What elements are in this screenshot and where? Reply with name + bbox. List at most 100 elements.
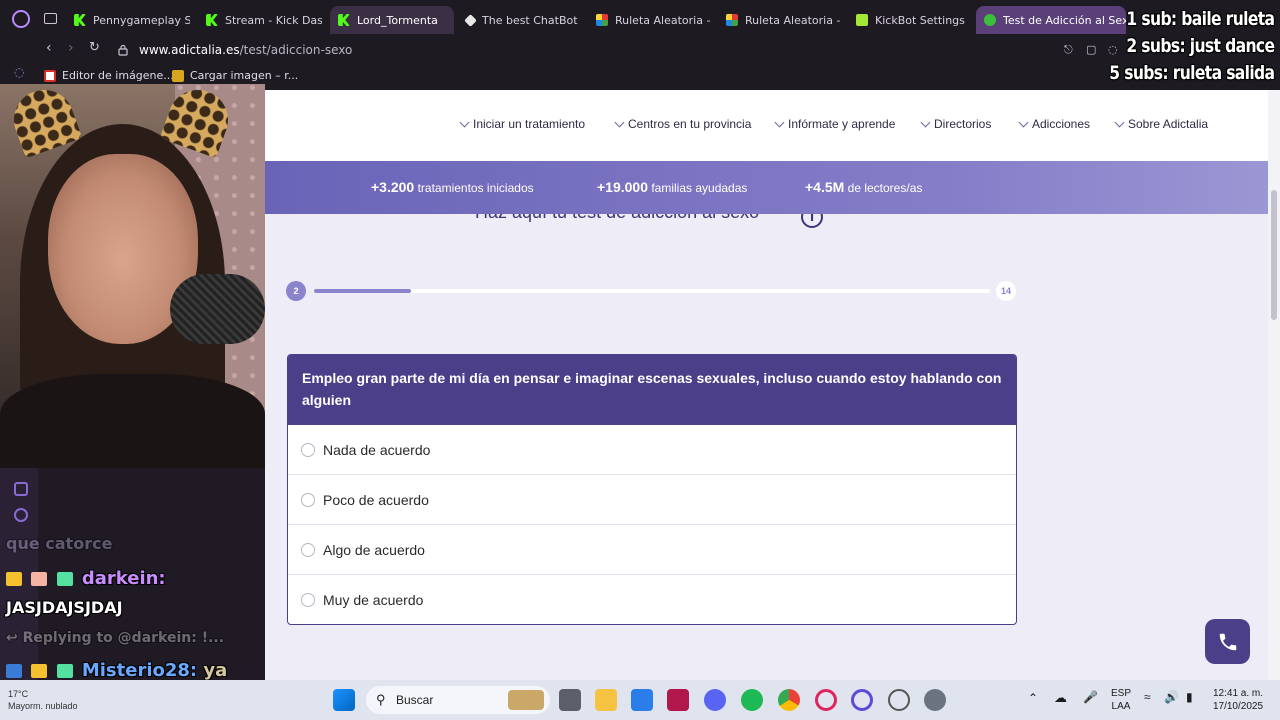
- lock-icon[interactable]: [118, 44, 128, 56]
- wifi-icon[interactable]: ≈: [1144, 691, 1151, 704]
- nav-label: Adicciones: [1032, 117, 1091, 131]
- pin-icon[interactable]: ⎋: [1064, 43, 1073, 57]
- option-algo-de-acuerdo[interactable]: Algo de acuerdo: [288, 525, 1016, 575]
- weather-widget[interactable]: 17°C Mayorm. nublado: [8, 688, 78, 712]
- call-button[interactable]: [1205, 619, 1250, 664]
- radio-button[interactable]: [301, 542, 315, 557]
- chevron-up-icon[interactable]: ⌃: [1028, 692, 1038, 705]
- lang-code: ESP: [1110, 688, 1131, 699]
- option-nada-de-acuerdo[interactable]: Nada de acuerdo: [288, 425, 1016, 475]
- radio-button[interactable]: [301, 442, 315, 457]
- tab-kick-dashboard[interactable]: Stream - Kick Dash: [198, 6, 322, 34]
- nav-label: Sobre Adictalia: [1128, 117, 1209, 131]
- stat-number: +3.200: [371, 179, 415, 195]
- upload-icon: [172, 69, 184, 82]
- file-explorer-icon[interactable]: [595, 689, 617, 711]
- nav-label: Directorios: [934, 117, 992, 131]
- spotify-icon[interactable]: [741, 689, 763, 711]
- radio-button[interactable]: [301, 593, 315, 607]
- tab-menu-icon[interactable]: [44, 13, 57, 24]
- option-muy-de-acuerdo[interactable]: Muy de acuerdo: [288, 575, 1016, 624]
- chatbot-icon: [464, 13, 477, 27]
- chat-text: ya: [203, 660, 228, 680]
- taskbar: 17°C Mayorm. nublado ⚲ Buscar ⌃ ☁ 🎤 ESP …: [0, 680, 1280, 720]
- url-host: www.adictalia.es: [139, 43, 240, 57]
- app-icon[interactable]: [667, 689, 689, 711]
- bookmark-label: Cargar imagen – r...: [190, 69, 299, 82]
- forward-icon[interactable]: ›: [68, 40, 74, 56]
- tab-label: Stream - Kick Dash: [225, 13, 322, 27]
- outlook-icon[interactable]: [631, 689, 653, 711]
- clock[interactable]: 12:41 a. m. 17/10/2025: [1205, 687, 1271, 713]
- windows-start-icon[interactable]: [333, 689, 355, 711]
- option-label: Poco de acuerdo: [323, 491, 429, 508]
- tab-chatbot[interactable]: The best ChatBot: [458, 6, 584, 34]
- chrome-icon[interactable]: [778, 689, 800, 711]
- volume-icon[interactable]: 🔊: [1164, 691, 1179, 704]
- tab-label: Ruleta Aleatoria - S: [615, 13, 712, 27]
- settings-icon[interactable]: [924, 689, 946, 711]
- nav-informate[interactable]: Infórmate y aprende: [774, 117, 896, 131]
- chat-message: darkein:: [6, 568, 166, 589]
- nav-directorios[interactable]: Directorios: [920, 117, 992, 131]
- tab-kickbot-settings[interactable]: KickBot Settings: [848, 6, 972, 34]
- search-placeholder: Buscar: [396, 693, 434, 707]
- battery-icon[interactable]: ▮: [1186, 691, 1193, 704]
- nav-sobre-adictalia[interactable]: Sobre Adictalia: [1114, 117, 1209, 131]
- instagram-icon[interactable]: [14, 508, 28, 522]
- chat-text: Replying to @darkein: !...: [22, 630, 225, 646]
- back-icon[interactable]: ‹: [46, 40, 52, 56]
- extension-icon[interactable]: [14, 482, 28, 496]
- onedrive-icon[interactable]: ☁: [1054, 691, 1067, 704]
- nav-label: Infórmate y aprende: [788, 117, 896, 131]
- stat-label: familias ayudadas: [651, 181, 748, 195]
- search-box[interactable]: ⚲ Buscar: [366, 686, 550, 714]
- chevron-down-icon: [1018, 117, 1029, 127]
- page-scrollbar[interactable]: [1268, 90, 1280, 680]
- scroll-thumb[interactable]: [1271, 190, 1277, 320]
- web-page: Iniciar un tratamiento Centros en tu pro…: [265, 90, 1268, 680]
- opera-icon[interactable]: [851, 689, 873, 711]
- obs-icon[interactable]: [888, 689, 910, 711]
- chat-message: Misterio28: ya: [6, 660, 227, 680]
- clock-time: 12:41 a. m.: [1212, 688, 1264, 699]
- site-header: Iniciar un tratamiento Centros en tu pro…: [265, 90, 1268, 161]
- microphone: [170, 274, 265, 344]
- radio-button[interactable]: [301, 492, 315, 507]
- kick-icon: [74, 14, 86, 26]
- sub-goal-3: 5 subs: ruleta salida: [1108, 62, 1275, 84]
- search-highlight-icon: [508, 690, 544, 710]
- speed-dial-icon[interactable]: ◌: [14, 65, 24, 79]
- option-label: Nada de acuerdo: [323, 441, 431, 458]
- tab-ruleta-1[interactable]: Ruleta Aleatoria - S: [588, 6, 712, 34]
- reload-icon[interactable]: ↻: [89, 40, 100, 55]
- opera-gx-icon[interactable]: [815, 689, 837, 711]
- option-poco-de-acuerdo[interactable]: Poco de acuerdo: [288, 475, 1016, 525]
- nav-centros-provincia[interactable]: Centros en tu provincia: [614, 117, 751, 131]
- chevron-down-icon: [614, 117, 625, 127]
- chevron-down-icon: [774, 117, 785, 127]
- tab-ruleta-2[interactable]: Ruleta Aleatoria - S: [718, 6, 842, 34]
- question-card: Empleo gran parte de mi día en pensar e …: [287, 354, 1017, 625]
- discord-icon[interactable]: [704, 689, 726, 711]
- tab-label: The best ChatBot: [482, 13, 578, 27]
- nav-iniciar-tratamiento[interactable]: Iniciar un tratamiento: [459, 117, 585, 131]
- tab-pennygameplay[interactable]: Pennygameplay St: [66, 6, 190, 34]
- nav-adicciones[interactable]: Adicciones: [1018, 117, 1091, 131]
- sub-goal-2: 2 subs: just dance: [1125, 35, 1275, 57]
- option-label: Muy de acuerdo: [323, 592, 424, 608]
- url-field[interactable]: www.adictalia.es/test/adiccion-sexo: [139, 43, 352, 57]
- language-indicator[interactable]: ESP LAA: [1108, 687, 1134, 713]
- bookmark-cargar-imagen[interactable]: Cargar imagen – r...: [172, 69, 298, 82]
- chat-message: que catorce: [6, 534, 112, 553]
- kick-icon: [206, 14, 218, 26]
- chat-username: Misterio28:: [81, 660, 198, 680]
- lang-layout: LAA: [1111, 701, 1131, 712]
- chevron-down-icon: [459, 117, 470, 127]
- tab-lord-tormenta[interactable]: Lord_Tormenta: [330, 6, 454, 34]
- opera-logo-icon[interactable]: [12, 10, 30, 28]
- tab-label: KickBot Settings: [875, 13, 965, 27]
- bookmark-editor[interactable]: Editor de imágene...: [44, 69, 174, 82]
- task-view-icon[interactable]: [559, 689, 581, 711]
- microphone-icon[interactable]: 🎤: [1083, 691, 1098, 704]
